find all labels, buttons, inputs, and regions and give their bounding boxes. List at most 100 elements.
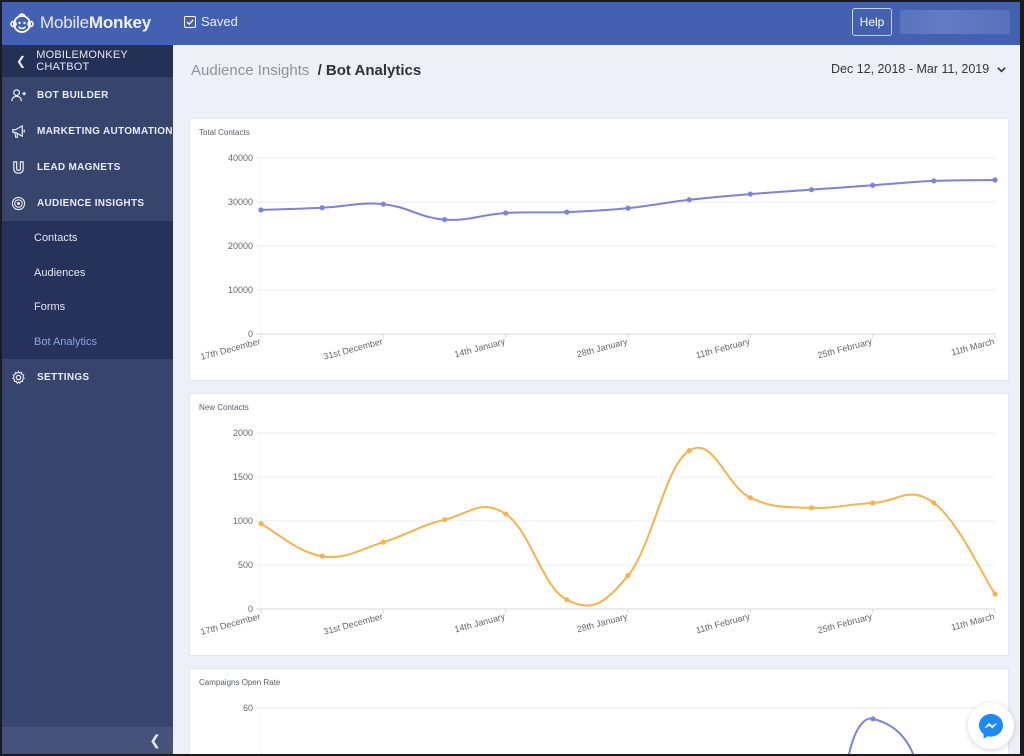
- data-point: [686, 197, 692, 203]
- series-line: [848, 717, 914, 754]
- x-tick-label: 14th January: [453, 611, 506, 634]
- megaphone-icon: [12, 124, 25, 138]
- x-tick-label: 31st December: [322, 336, 384, 361]
- data-point: [380, 201, 386, 207]
- series-line: [260, 179, 996, 221]
- data-point: [808, 187, 815, 193]
- campaigns-open-rate-chart: 60: [243, 703, 995, 754]
- sidebar-item-label: LEAD MAGNETS: [37, 161, 121, 173]
- chevron-left-icon: ❮: [16, 54, 27, 68]
- checkbox-checked-icon: [184, 15, 196, 28]
- magnet-icon: [13, 160, 24, 174]
- sidebar-item-marketing-automation[interactable]: MARKETING AUTOMATION: [2, 113, 173, 149]
- data-point: [747, 191, 753, 197]
- chevron-down-icon: [997, 66, 1006, 73]
- sidebar-subitem-audiences[interactable]: Audiences: [2, 256, 173, 291]
- data-point: [441, 217, 448, 223]
- target-icon: [11, 196, 26, 210]
- x-tick-label: 11th March: [950, 611, 995, 632]
- messenger-icon: [979, 714, 1003, 739]
- sidebar-item-label: MARKETING AUTOMATION: [37, 125, 173, 137]
- x-tick-label: 25th February: [816, 611, 873, 635]
- data-point: [870, 182, 876, 188]
- brand-name-part2: Monkey: [88, 13, 151, 32]
- data-point: [503, 210, 509, 216]
- collapse-sidebar-icon[interactable]: ❮: [149, 732, 161, 749]
- data-point: [319, 553, 325, 559]
- y-tick-label: 60: [243, 703, 253, 713]
- monkey-logo-icon: [10, 13, 34, 33]
- x-tick-label: 28th January: [576, 336, 629, 359]
- data-point: [747, 495, 753, 501]
- y-tick-label: 20000: [228, 241, 253, 251]
- y-tick-label: 1500: [233, 472, 253, 482]
- help-button[interactable]: Help: [852, 8, 892, 36]
- x-tick-label: 11th February: [695, 336, 752, 360]
- sidebar-header-label: MOBILEMONKEY CHATBOT: [36, 49, 128, 73]
- breadcrumb-current: / Bot Analytics: [317, 62, 422, 79]
- brand-name: MobileMonkey: [40, 13, 151, 33]
- campaigns-open-rate-card: Campaigns Open Rate 60: [189, 668, 1009, 754]
- series-line: [260, 446, 996, 607]
- data-point: [870, 716, 876, 722]
- data-point: [686, 448, 692, 454]
- user-plus-icon: [11, 88, 26, 101]
- sidebar-item-bot-builder[interactable]: BOT BUILDER: [2, 77, 173, 113]
- sidebar-footer: ❮: [2, 727, 173, 754]
- data-point: [319, 205, 325, 211]
- total-contacts-card: Total Contacts 0 10000 20000 30000 40000 17th…: [189, 118, 1009, 381]
- sidebar-item-label: AUDIENCE INSIGHTS: [37, 197, 145, 209]
- top-bar: MobileMonkey Saved Help: [2, 2, 1020, 45]
- x-tick-label: 11th February: [695, 611, 752, 635]
- total-contacts-chart: 01000020000300004000017th December 31st D…: [199, 153, 998, 362]
- brand-name-part1: Mobile: [40, 13, 89, 32]
- x-tick-label: 28th January: [576, 611, 629, 634]
- audience-insights-submenu: Contacts Audiences Forms Bot Analytics: [2, 221, 173, 359]
- saved-label: Saved: [201, 14, 238, 29]
- sidebar-subitem-contacts[interactable]: Contacts: [2, 221, 173, 256]
- x-tick-label: 11th March: [950, 336, 995, 357]
- data-point: [625, 205, 631, 211]
- y-tick-label: 1000: [233, 516, 253, 526]
- new-contacts-card: New Contacts 0 500 1000 1500 2000 17th Decemb…: [189, 393, 1009, 656]
- saved-status: Saved: [184, 14, 238, 29]
- sidebar-subitem-forms[interactable]: Forms: [2, 290, 173, 325]
- y-tick-label: 10000: [228, 285, 253, 295]
- gear-icon: [12, 370, 25, 384]
- date-range-label: Dec 12, 2018 - Mar 11, 2019: [831, 62, 990, 76]
- data-point: [992, 591, 998, 597]
- sidebar-subitem-bot-analytics[interactable]: Bot Analytics: [2, 325, 173, 360]
- data-point: [258, 207, 264, 213]
- sidebar-back-chatbot[interactable]: ❮ MOBILEMONKEY CHATBOT: [2, 45, 173, 77]
- sidebar: ❮ MOBILEMONKEY CHATBOT BOT BUILDER MARKE…: [2, 45, 173, 754]
- data-point: [564, 597, 570, 603]
- date-range-picker[interactable]: Dec 12, 2018 - Mar 11, 2019: [831, 62, 1007, 76]
- data-point: [625, 572, 631, 579]
- data-point: [564, 209, 570, 215]
- data-point: [931, 500, 937, 506]
- user-account-menu[interactable]: [900, 10, 1010, 34]
- x-tick-label: 25th February: [816, 336, 873, 360]
- data-point: [808, 505, 815, 511]
- sidebar-item-audience-insights[interactable]: AUDIENCE INSIGHTS: [2, 185, 173, 221]
- data-point: [503, 511, 509, 517]
- data-point: [870, 500, 876, 506]
- y-tick-label: 500: [238, 560, 253, 570]
- messenger-chat-button[interactable]: [968, 703, 1014, 749]
- sidebar-item-label: BOT BUILDER: [37, 89, 109, 101]
- data-point: [992, 177, 998, 183]
- new-contacts-chart: 050010001500200017th December 31st Decemb…: [199, 428, 998, 637]
- sidebar-item-lead-magnets[interactable]: LEAD MAGNETS: [2, 149, 173, 185]
- brand-logo[interactable]: MobileMonkey: [10, 11, 151, 35]
- data-point: [258, 521, 264, 527]
- data-point: [931, 178, 937, 184]
- app-window: MobileMonkey Saved Help ❮ MOBILEMONKEY C…: [2, 2, 1020, 754]
- y-tick-label: 30000: [228, 197, 253, 207]
- breadcrumb-parent-link[interactable]: Audience Insights: [191, 62, 309, 79]
- y-tick-label: 40000: [228, 153, 253, 163]
- y-tick-label: 2000: [233, 428, 253, 438]
- sidebar-item-label: SETTINGS: [37, 371, 90, 383]
- x-tick-label: 17th December: [199, 611, 261, 637]
- x-tick-label: 14th January: [453, 336, 506, 359]
- sidebar-item-settings[interactable]: SETTINGS: [2, 359, 173, 395]
